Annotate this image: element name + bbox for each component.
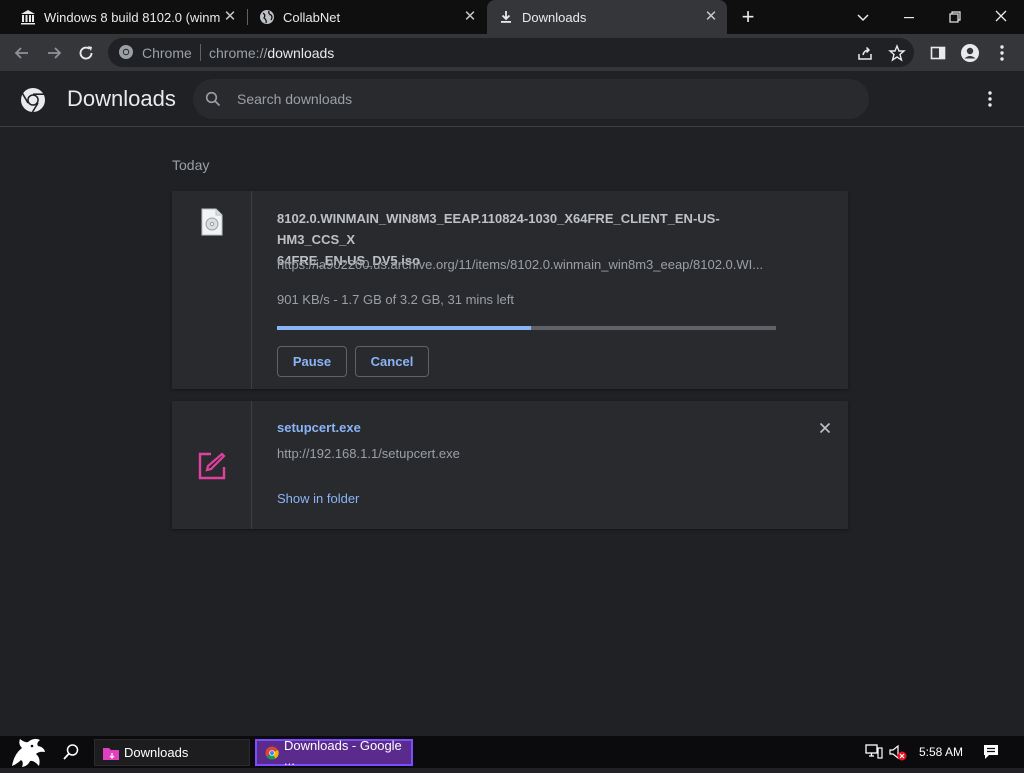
globe-icon — [259, 9, 275, 25]
taskbar-app-chrome[interactable]: Downloads - Google ... — [255, 737, 413, 768]
close-tab-icon[interactable]: ✕ — [222, 9, 238, 25]
edit-file-icon — [197, 451, 227, 481]
address-bar[interactable]: Chrome chrome://downloads — [108, 38, 914, 67]
source-url[interactable]: https://ia902200.us.archive.org/11/items… — [277, 257, 777, 272]
cancel-button[interactable]: Cancel — [355, 346, 429, 377]
search-icon[interactable] — [62, 743, 80, 761]
taskbar-app-explorer-downloads[interactable]: Downloads — [94, 739, 250, 766]
url-scheme: chrome:// — [209, 45, 268, 61]
back-icon[interactable] — [8, 39, 36, 67]
file-icon-column — [172, 401, 252, 529]
omnibox-divider — [200, 44, 201, 61]
pause-button[interactable]: Pause — [277, 346, 347, 377]
side-panel-icon[interactable] — [924, 39, 952, 67]
volume-muted-icon[interactable] — [888, 744, 908, 762]
chrome-logo-icon — [20, 87, 46, 113]
url-text: chrome://downloads — [209, 45, 334, 61]
chrome-menu-icon[interactable] — [988, 39, 1016, 67]
taskbar-app-label: Downloads — [124, 745, 189, 760]
toolbar: Chrome chrome://downloads — [0, 34, 1024, 71]
more-actions-icon[interactable] — [987, 90, 993, 108]
network-icon[interactable] — [865, 744, 883, 760]
profile-avatar-icon[interactable] — [956, 39, 984, 67]
search-downloads-field[interactable]: Search downloads — [193, 79, 869, 119]
download-item: 8102.0.WINMAIN_WIN8M3_EEAP.110824-1030_X… — [172, 191, 848, 389]
file-icon-column — [172, 191, 252, 389]
bookmark-star-icon[interactable] — [888, 44, 906, 62]
iso-file-icon — [201, 208, 223, 236]
search-icon — [205, 91, 221, 107]
tab-windows-8-build[interactable]: Windows 8 build 8102.0 (winmain ✕ — [0, 0, 246, 34]
close-tab-icon[interactable]: ✕ — [462, 9, 478, 25]
taskbar: Downloads Downloads - Google ... 5:58 AM — [0, 736, 1024, 768]
tab-collabnet[interactable]: CollabNet ✕ — [248, 0, 486, 34]
tab-title: CollabNet — [283, 9, 341, 25]
action-center-icon[interactable] — [983, 744, 999, 760]
tab-strip: Windows 8 build 8102.0 (winmain ✕ Collab… — [0, 0, 1024, 34]
progress-bar — [277, 326, 776, 330]
chrome-icon — [118, 44, 134, 60]
close-window-icon[interactable] — [990, 7, 1012, 27]
share-icon[interactable] — [856, 44, 874, 62]
file-name[interactable]: setupcert.exe — [277, 420, 361, 435]
taskbar-app-label: Downloads - Google ... — [284, 737, 402, 768]
download-status: 901 KB/s - 1.7 GB of 3.2 GB, 31 mins lef… — [277, 292, 515, 307]
site-chip-label: Chrome — [142, 45, 192, 61]
minimize-icon[interactable] — [898, 7, 920, 27]
download-item: setupcert.exe http://192.168.1.1/setupce… — [172, 401, 848, 529]
progress-fill — [277, 326, 532, 330]
tab-title: Windows 8 build 8102.0 (winmain — [44, 9, 220, 25]
source-url[interactable]: http://192.168.1.1/setupcert.exe — [277, 446, 777, 461]
search-input[interactable]: Search downloads — [237, 91, 352, 107]
file-name-line-1: 8102.0.WINMAIN_WIN8M3_EEAP.110824-1030_X… — [277, 211, 720, 247]
start-dragon-icon[interactable] — [8, 736, 48, 768]
chrome-icon — [265, 746, 279, 760]
forward-icon[interactable] — [40, 39, 68, 67]
new-tab-icon[interactable]: + — [738, 6, 758, 28]
page-title: Downloads — [67, 86, 176, 111]
url-host: downloads — [267, 45, 335, 61]
tab-downloads[interactable]: Downloads ✕ — [487, 0, 727, 34]
close-tab-icon[interactable]: ✕ — [703, 9, 719, 25]
downloads-header: Downloads Search downloads — [0, 71, 1024, 127]
show-in-folder-link[interactable]: Show in folder — [277, 491, 359, 506]
date-section-label: Today — [172, 157, 210, 173]
reload-icon[interactable] — [72, 39, 100, 67]
bank-icon — [20, 9, 36, 25]
clock[interactable]: 5:58 AM — [919, 745, 963, 759]
download-icon — [498, 9, 514, 25]
folder-icon — [103, 746, 119, 760]
restore-icon[interactable] — [944, 7, 966, 27]
tab-title: Downloads — [522, 9, 587, 25]
remove-from-list-icon[interactable] — [819, 421, 831, 434]
tab-search-icon[interactable] — [852, 7, 874, 27]
